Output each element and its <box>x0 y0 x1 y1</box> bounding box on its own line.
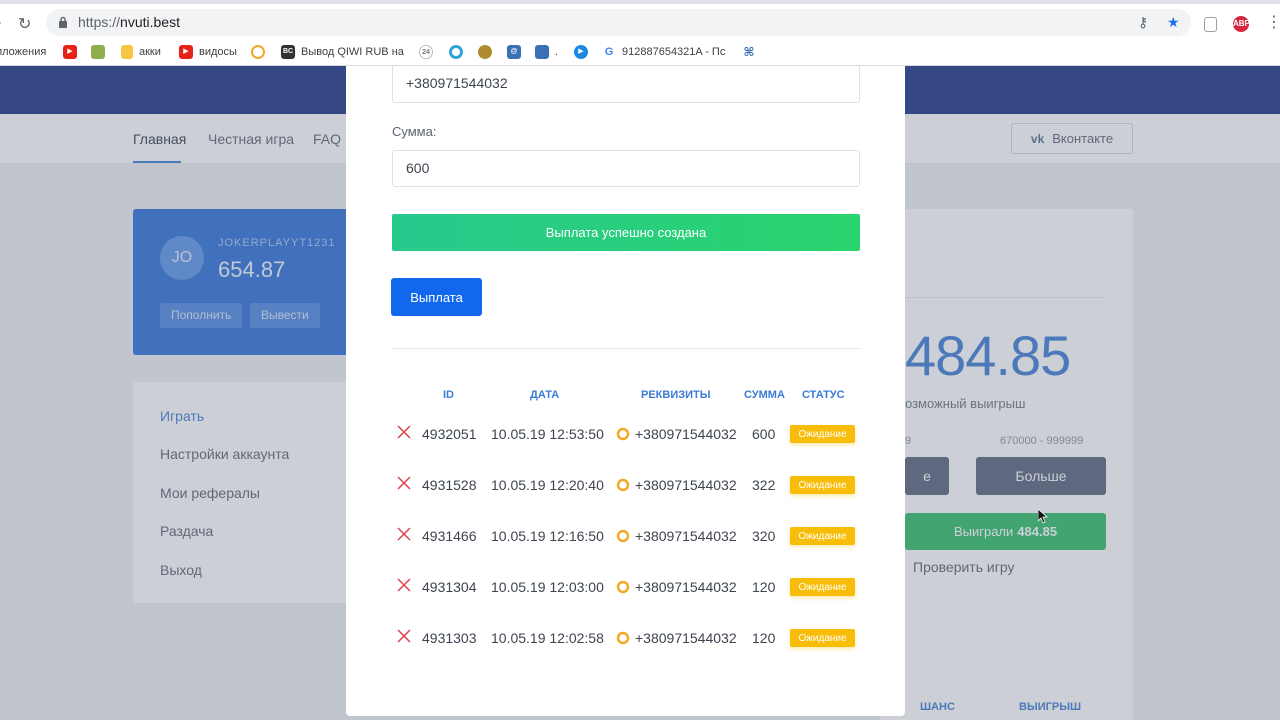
cancel-icon[interactable] <box>397 476 411 490</box>
chat-icon <box>535 45 549 59</box>
bookmark-item[interactable]: ▶ <box>63 43 83 61</box>
col-date: ДАТА <box>530 389 560 401</box>
forward-arrow-icon[interactable]: › <box>0 14 1 32</box>
status-badge: Ожидание <box>790 476 855 494</box>
qiwi-icon <box>616 631 630 645</box>
payout-requisites: +380971544032 <box>635 528 737 544</box>
payout-requisites: +380971544032 <box>635 477 737 493</box>
bookmark-item[interactable] <box>449 43 469 61</box>
cancel-icon[interactable] <box>397 629 411 643</box>
exchange-icon: BC <box>281 45 295 59</box>
payout-id: 4931466 <box>422 528 477 544</box>
payout-id: 4932051 <box>422 426 477 442</box>
browser-toolbar: › ↻ https://nvuti.best ⚷ ★ ABP ⋮ <box>0 0 1280 38</box>
payout-sum: 600 <box>752 426 776 442</box>
success-alert: Выплата успешно создана <box>392 214 860 251</box>
reload-icon[interactable]: ↻ <box>18 14 31 34</box>
adblock-icon[interactable]: ABP <box>1233 16 1250 32</box>
cancel-icon[interactable] <box>397 578 411 592</box>
youtube-icon: ▶ <box>179 45 193 59</box>
status-badge: Ожидание <box>790 629 855 647</box>
table-row: 4931466 10.05.19 12:16:50 +380971544032 … <box>346 520 905 550</box>
mouse-cursor-icon <box>1038 509 1048 524</box>
owl-icon <box>478 45 492 59</box>
bookmark-item[interactable] <box>91 43 111 61</box>
qiwi-icon <box>616 427 630 441</box>
bookmark-item[interactable]: BC Вывод QIWI RUB на <box>281 43 404 61</box>
table-row: 4932051 10.05.19 12:53:50 +380971544032 … <box>346 418 905 448</box>
payout-date: 10.05.19 12:02:58 <box>491 630 604 646</box>
payout-sum: 322 <box>752 477 776 493</box>
payout-sum: 120 <box>752 630 776 646</box>
bookmark-item[interactable]: акки <box>121 43 161 61</box>
payout-requisites: +380971544032 <box>635 426 737 442</box>
circle-icon <box>449 45 463 59</box>
table-row: 4931528 10.05.19 12:20:40 +380971544032 … <box>346 469 905 499</box>
cancel-icon[interactable] <box>397 425 411 439</box>
google-icon: G <box>602 45 616 59</box>
phone-field[interactable]: +380971544032 <box>392 66 860 103</box>
payout-date: 10.05.19 12:20:40 <box>491 477 604 493</box>
bookmark-item[interactable] <box>251 43 271 61</box>
payout-button[interactable]: Выплата <box>391 278 482 316</box>
url-text: https://nvuti.best <box>78 14 180 30</box>
key-icon[interactable]: ⚷ <box>1138 14 1148 31</box>
youtube-icon: ▶ <box>63 45 77 59</box>
bookmarks-bar: иложения ▶ акки ▶ видосы BC Вывод QIWI RUB… <box>0 38 1280 66</box>
bookmark-item[interactable]: G 912887654321A - Пс <box>602 43 725 61</box>
payout-modal: +380971544032 Сумма: 600 Выплата успешно… <box>346 66 905 716</box>
payout-sum: 120 <box>752 579 776 595</box>
play-icon: ▶ <box>574 45 588 59</box>
status-badge: Ожидание <box>790 527 855 545</box>
bookmark-item[interactable]: . <box>535 43 558 61</box>
qiwi-icon <box>616 580 630 594</box>
col-requisites: РЕКВИЗИТЫ <box>641 389 711 401</box>
bookmark-item[interactable]: 24 <box>419 43 439 61</box>
payout-requisites: +380971544032 <box>635 630 737 646</box>
payout-id: 4931304 <box>422 579 477 595</box>
qiwi-icon <box>251 45 265 59</box>
address-bar[interactable]: https://nvuti.best ⚷ ★ <box>46 9 1191 36</box>
col-id: ID <box>443 389 454 401</box>
picture-icon <box>91 45 105 59</box>
24-icon: 24 <box>419 45 433 59</box>
bookmark-item[interactable]: иложения <box>0 43 46 61</box>
payout-date: 10.05.19 12:03:00 <box>491 579 604 595</box>
star-icon[interactable]: ★ <box>1167 14 1180 31</box>
col-status: СТАТУС <box>802 389 845 401</box>
amount-field[interactable]: 600 <box>392 150 860 187</box>
status-badge: Ожидание <box>790 425 855 443</box>
payout-requisites: +380971544032 <box>635 579 737 595</box>
bookmark-item[interactable]: ⌘ <box>742 43 762 61</box>
status-badge: Ожидание <box>790 578 855 596</box>
payout-id: 4931528 <box>422 477 477 493</box>
bookmark-item[interactable]: ▶ <box>574 43 594 61</box>
divider <box>392 348 860 349</box>
payout-id: 4931303 <box>422 630 477 646</box>
folder-icon <box>121 45 133 59</box>
qiwi-icon <box>616 478 630 492</box>
amount-label: Сумма: <box>392 124 437 139</box>
qiwi-icon <box>616 529 630 543</box>
extension-lock-icon[interactable] <box>1204 17 1217 32</box>
payout-sum: 320 <box>752 528 776 544</box>
puzzle-icon: ⌘ <box>742 45 756 59</box>
bookmark-item[interactable]: @ <box>507 43 527 61</box>
table-row: 4931304 10.05.19 12:03:00 +380971544032 … <box>346 571 905 601</box>
col-sum: СУММА <box>744 389 785 401</box>
table-row: 4931303 10.05.19 12:02:58 +380971544032 … <box>346 622 905 652</box>
payout-date: 10.05.19 12:16:50 <box>491 528 604 544</box>
cancel-icon[interactable] <box>397 527 411 541</box>
menu-dots-icon[interactable]: ⋮ <box>1266 12 1280 32</box>
bookmark-item[interactable]: ▶ видосы <box>179 43 237 61</box>
payout-date: 10.05.19 12:53:50 <box>491 426 604 442</box>
mail-icon: @ <box>507 45 521 59</box>
lock-icon <box>59 16 67 28</box>
bookmark-item[interactable] <box>478 43 498 61</box>
